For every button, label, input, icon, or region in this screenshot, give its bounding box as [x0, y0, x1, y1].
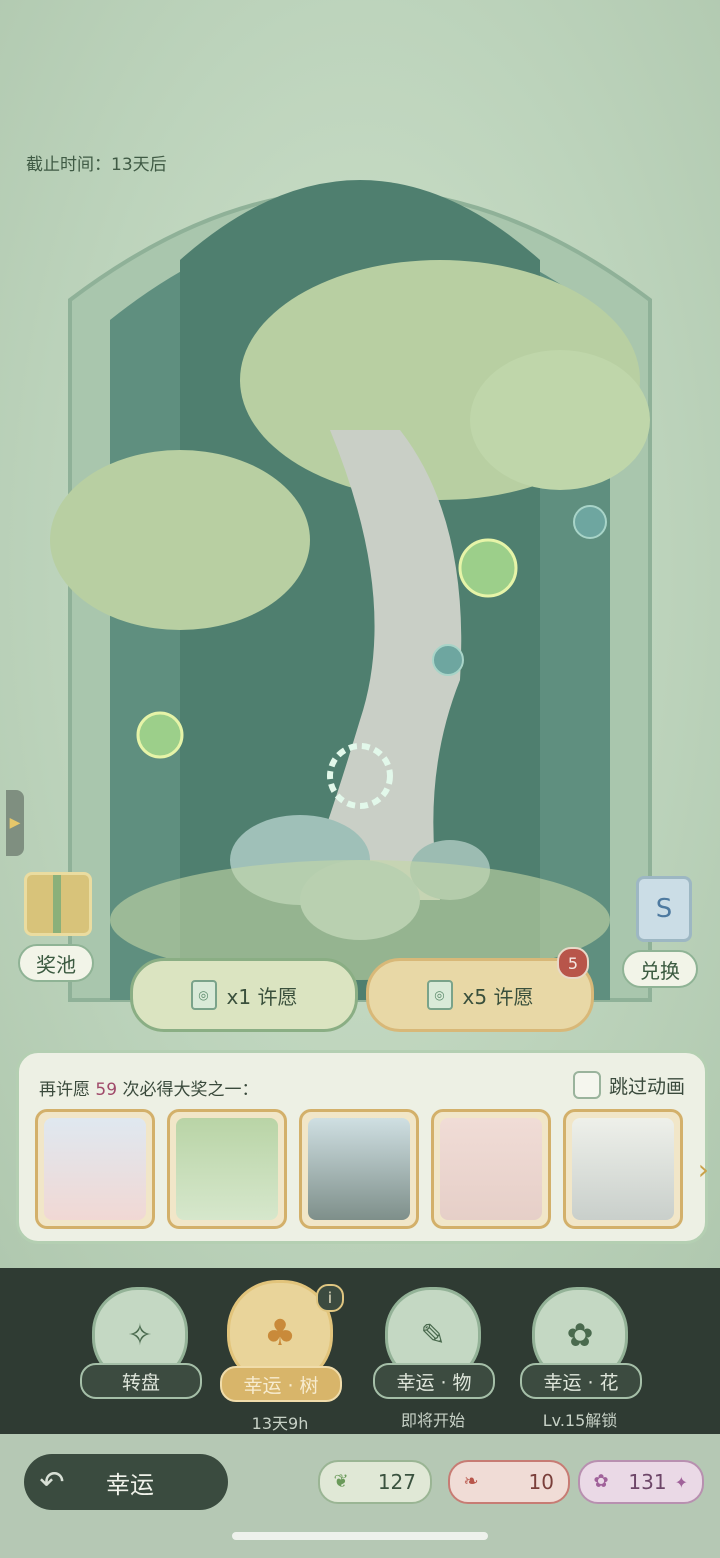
feather-amount: 10: [528, 1470, 554, 1494]
deadline-text: 截止时间：13天后: [26, 155, 167, 175]
leaf-icon: ❦: [333, 1470, 349, 1492]
skip-animation-label: 跳过动画: [608, 1075, 685, 1098]
skip-animation-checkbox[interactable]: [572, 1071, 601, 1099]
home-indicator[interactable]: [232, 1532, 488, 1540]
mode-label: 幸运 · 花: [520, 1363, 642, 1399]
side-expand-tab[interactable]: ▶: [6, 790, 24, 856]
mode-turntable[interactable]: ✧ 转盘: [80, 1287, 202, 1407]
star-currency[interactable]: ✿ 131 ✦: [578, 1460, 704, 1504]
back-label: 幸运: [106, 1470, 154, 1499]
add-star-icon[interactable]: ✦: [675, 1473, 688, 1492]
back-button[interactable]: ↶ 幸运: [24, 1454, 228, 1510]
reward-list: [35, 1109, 683, 1229]
exchange-card-icon: S: [636, 876, 692, 942]
mode-sub: 13天9h: [251, 1414, 309, 1433]
pity-count: 59: [95, 1080, 118, 1100]
leaf-currency[interactable]: ❦ 127: [318, 1460, 432, 1504]
gift-icon: [24, 872, 92, 936]
reward-card[interactable]: [299, 1109, 419, 1229]
wish-x5-badge: 5: [557, 947, 589, 979]
pity-counter-text: 再许愿 59 次必得大奖之一：: [39, 1075, 258, 1100]
mode-sub: 即将开始: [400, 1411, 465, 1430]
pity-prefix: 再许愿: [39, 1080, 90, 1100]
skip-animation-toggle[interactable]: 跳过动画: [572, 1071, 685, 1099]
reward-card[interactable]: [431, 1109, 551, 1229]
reward-card[interactable]: [563, 1109, 683, 1229]
feather-currency[interactable]: ❧ 10: [448, 1460, 570, 1504]
pity-suffix: 次必得大奖之一：: [122, 1080, 259, 1100]
wish-x5-label: x5 许愿: [462, 984, 534, 1009]
grand-prize-panel: 再许愿 59 次必得大奖之一： 跳过动画 ›: [16, 1050, 709, 1244]
reward-card[interactable]: [35, 1109, 155, 1229]
wish-x1-label: x1 许愿: [226, 984, 298, 1009]
prize-pool-button[interactable]: 奖池: [18, 872, 98, 982]
wish-x1-button[interactable]: ◎ x1 许愿: [130, 958, 358, 1032]
exchange-label: 兑换: [622, 950, 698, 988]
star-amount: 131: [628, 1470, 667, 1494]
prize-pool-label: 奖池: [18, 944, 94, 982]
exchange-button[interactable]: S 兑换: [622, 876, 706, 988]
back-arrow-icon: ↶: [39, 1464, 65, 1500]
ticket-icon: ◎: [190, 980, 217, 1010]
mode-sub: Lv.15解锁: [542, 1411, 618, 1430]
mode-lucky-flower[interactable]: ✿ 幸运 · 花 Lv.15解锁: [520, 1287, 642, 1431]
scroll-right-icon[interactable]: ›: [698, 1153, 709, 1186]
info-icon[interactable]: i: [316, 1284, 344, 1312]
mode-label: 转盘: [80, 1363, 202, 1399]
mode-label: 幸运 · 树: [220, 1366, 342, 1402]
reward-card[interactable]: [167, 1109, 287, 1229]
leaf-amount: 127: [377, 1470, 416, 1494]
ticket-icon: ◎: [426, 980, 453, 1010]
mode-lucky-item[interactable]: ✎ 幸运 · 物 即将开始: [373, 1287, 495, 1431]
star-icon: ✿: [593, 1470, 609, 1492]
feather-icon: ❧: [463, 1470, 479, 1492]
mode-label: 幸运 · 物: [373, 1363, 495, 1399]
